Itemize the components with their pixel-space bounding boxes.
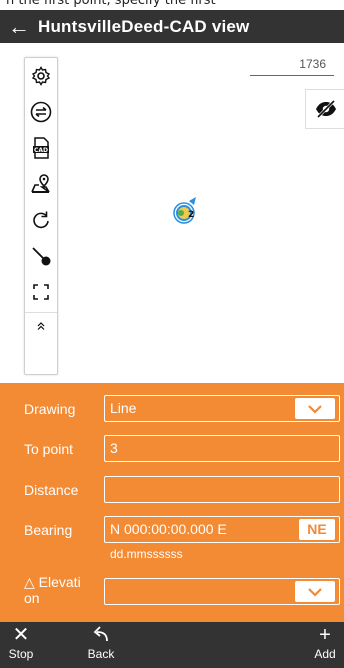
distance-label: Distance bbox=[24, 482, 79, 498]
collapse-icon[interactable] bbox=[25, 312, 57, 339]
to-point-label: To point bbox=[24, 441, 74, 457]
drawing-select[interactable]: Line bbox=[104, 395, 340, 422]
elevation-label: △ Elevati on bbox=[24, 574, 81, 606]
distance-input[interactable] bbox=[104, 476, 340, 503]
page-title: HuntsvilleDeed-CAD view bbox=[38, 16, 250, 36]
drawing-value: Line bbox=[110, 400, 137, 416]
chevron-down-icon[interactable] bbox=[295, 398, 335, 419]
quadrant-button[interactable]: NE bbox=[299, 519, 335, 540]
drawing-label: Drawing bbox=[24, 401, 76, 417]
plus-icon: + bbox=[319, 624, 331, 646]
elevation-select[interactable] bbox=[104, 578, 340, 605]
fullscreen-icon[interactable] bbox=[25, 274, 57, 310]
current-point-marker[interactable]: 2 bbox=[170, 193, 204, 227]
scale-label: 1736 bbox=[299, 57, 326, 71]
bearing-input[interactable]: N 000:00:00.000 E NE bbox=[104, 516, 340, 543]
chevron-down-icon[interactable] bbox=[295, 581, 335, 602]
stakeout-form-panel: Drawing Line To point 3 Distance Bearing… bbox=[0, 383, 344, 622]
stop-button[interactable]: ✕ Stop bbox=[8, 624, 34, 661]
to-point-input[interactable]: 3 bbox=[104, 435, 340, 462]
swap-icon[interactable] bbox=[25, 94, 57, 130]
rotate-icon[interactable] bbox=[25, 202, 57, 238]
close-icon: ✕ bbox=[12, 624, 30, 646]
back-arrow-icon[interactable]: ← bbox=[0, 10, 38, 43]
back-button[interactable]: Back bbox=[84, 624, 118, 661]
app-bar: ← HuntsvilleDeed-CAD view bbox=[0, 10, 344, 43]
bearing-label: Bearing bbox=[24, 522, 73, 538]
marker-label: 2 bbox=[188, 210, 194, 220]
visibility-off-icon[interactable] bbox=[305, 89, 344, 129]
instruction-text: n the first point, specify the first bbox=[0, 0, 344, 10]
map-toolbar: CAD bbox=[24, 57, 58, 375]
undo-arrow-icon bbox=[91, 624, 111, 646]
add-button[interactable]: + Add bbox=[312, 624, 338, 661]
cad-icon[interactable]: CAD bbox=[25, 130, 57, 166]
settings-icon[interactable] bbox=[25, 58, 57, 94]
bearing-value: N 000:00:00.000 E bbox=[110, 521, 227, 537]
bottom-action-bar: ✕ Stop Back + Add bbox=[0, 622, 344, 668]
map-pin-icon[interactable] bbox=[25, 166, 57, 202]
scale-bar: 1736 bbox=[250, 57, 334, 79]
bearing-format-hint: dd.mmssssss bbox=[110, 547, 183, 561]
svg-text:CAD: CAD bbox=[34, 147, 48, 154]
map-canvas[interactable]: CAD 1736 2 bbox=[0, 43, 344, 383]
line-node-icon[interactable] bbox=[25, 238, 57, 274]
scale-line bbox=[250, 75, 334, 76]
